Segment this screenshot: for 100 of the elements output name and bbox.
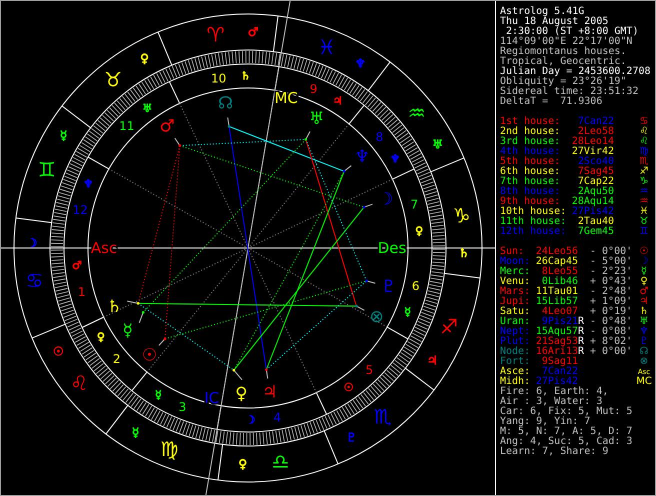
sign-glyph: ♓ [638, 207, 650, 217]
element-count-line: Car: 6, Fix: 5, Mut: 5 [500, 407, 634, 417]
planet-glyph: ♄ [638, 307, 650, 317]
planet-glyph: MC [635, 377, 653, 387]
planet-leader-line [126, 300, 139, 304]
planet-glyph: ♇ [638, 337, 650, 347]
house-label: 12th house: [500, 227, 566, 237]
planet-glyph: ♆ [638, 327, 650, 337]
house-number: 7 [410, 197, 418, 212]
house-number: 1 [78, 284, 86, 299]
zodiac-sign-glyph: ♍ [160, 437, 178, 462]
retrograde-mark: R [578, 316, 584, 327]
house-label: 7th house: [500, 177, 562, 187]
planet-dot [178, 144, 182, 147]
planet-glyph: ♆ [354, 146, 370, 167]
planet-name: Fort: [500, 357, 530, 367]
planet-dot [365, 280, 368, 282]
planet-latitude: + 8°02' [590, 336, 632, 347]
sign-ruler-glyph: ☿ [60, 128, 68, 143]
planet-name: Satu: [500, 307, 530, 317]
sign-glyph: ♊ [638, 227, 650, 237]
planet-glyph: ♂ [159, 116, 175, 136]
house-label: 8th house: [500, 187, 562, 197]
planet-dot [304, 138, 308, 141]
house-ruler-glyph: ♀ [415, 224, 424, 238]
planet-glyph: ♃ [638, 297, 650, 307]
chart-info-line: DeltaT = 71.9306 [500, 97, 604, 107]
house-ruler-glyph: ☉ [344, 380, 354, 394]
planet-position: 26Cap45 [534, 257, 578, 267]
sign-ruler-glyph: ♀ [238, 456, 248, 471]
planet-dot [142, 311, 144, 314]
house-ruler-glyph: ♄ [240, 70, 250, 83]
zodiac-sign-glyph: ♈ [206, 22, 225, 46]
zodiac-sign-glyph: ♑ [452, 204, 471, 228]
house-label: 5th house: [500, 157, 562, 167]
house-ruler-glyph: ♆ [83, 178, 94, 191]
element-count-line: Ang: 4, Suc: 5, Cad: 3 [500, 437, 634, 447]
planet-latitude: - 2°48' [590, 286, 632, 297]
house-number: 3 [178, 400, 186, 414]
house-label: 10th house: [500, 207, 566, 217]
sign-ruler-glyph: ♅ [432, 138, 443, 152]
element-count-line: Yang: 9, Yin: 7 [500, 417, 591, 427]
planet-name: Moon: [500, 257, 530, 267]
house-cusp-position: 2Leo58 [578, 127, 614, 137]
sign-glyph: ♉ [638, 217, 650, 227]
planet-name: Uran: [500, 317, 530, 327]
sign-ruler-glyph: ♇ [346, 430, 357, 445]
house-cusp-position: 28Aqu14 [570, 197, 614, 207]
planet-name: Nept: [500, 327, 530, 337]
planet-latitude: + 0°19' [590, 306, 632, 317]
planet-glyph: ⊗ [370, 306, 384, 327]
chart-info-line: Sidereal time: 23:51:32 [500, 87, 640, 97]
sign-ruler-glyph: ♃ [427, 353, 438, 368]
house-label: 6th house: [500, 167, 562, 177]
planet-glyph: ⊗ [638, 357, 650, 367]
planet-name: Venu: [500, 277, 530, 287]
house-cusp-position: 7Sag45 [576, 167, 614, 177]
retrograde-mark: R [578, 346, 584, 357]
planet-position: 16Ari13 [534, 347, 578, 357]
planet-dot [342, 170, 346, 173]
chart-info-line: Julian Day = 2453600.2708 [500, 67, 652, 77]
planet-glyph: ☉ [638, 247, 650, 257]
retrograde-mark: R [578, 326, 584, 337]
house-cusp-position: 27Pis42 [570, 207, 614, 217]
planet-dot [355, 304, 358, 308]
axis-label: MC [274, 89, 298, 108]
planet-glyph: ♅ [308, 109, 324, 130]
house-number: 9 [310, 82, 318, 96]
planet-latitude: - 0°48' [590, 316, 632, 327]
planet-position: 15Aqu57 [534, 327, 578, 337]
planet-position: 9Sag11 [540, 357, 578, 367]
sign-glyph: ♒ [638, 187, 650, 197]
sign-ruler-glyph: ☉ [53, 344, 64, 358]
sign-glyph: ♏ [638, 157, 650, 167]
sign-ruler-glyph: ♀ [140, 51, 149, 66]
house-label: 4th house: [500, 147, 562, 157]
planet-glyph: ☉ [142, 346, 158, 366]
planet-position: 11Tau01 [534, 287, 578, 297]
sign-glyph: ♒ [638, 197, 650, 207]
house-number: 11 [119, 119, 134, 134]
planet-glyph: ♃ [262, 382, 278, 402]
house-cusp-position: 28Leo14 [570, 137, 614, 147]
house-label: 2nd house: [500, 127, 562, 137]
house-label: 11th house: [500, 217, 566, 227]
planet-name: Plut: [500, 337, 530, 347]
planet-latitude: - 5°00' [590, 256, 632, 267]
sign-glyph: ♍ [638, 147, 650, 157]
planet-glyph: ☽ [638, 257, 650, 267]
element-count-line: Learn: 7, Share: 9 [500, 447, 610, 457]
chart-info-line: Astrolog 5.41G [500, 7, 585, 17]
zodiac-sign-glyph: ♒ [408, 101, 426, 126]
sign-ruler-glyph: ☿ [132, 425, 140, 440]
house-number: 2 [112, 352, 120, 366]
house-number: 5 [365, 362, 374, 377]
zodiac-sign-glyph: ♐ [440, 314, 458, 339]
planet-glyph: ♂ [638, 287, 650, 297]
planet-name: Jupi: [500, 297, 530, 307]
house-ruler-glyph: ♆ [390, 152, 400, 166]
planet-latitude: + 0°00' [590, 346, 632, 357]
house-number: 10 [211, 72, 226, 86]
